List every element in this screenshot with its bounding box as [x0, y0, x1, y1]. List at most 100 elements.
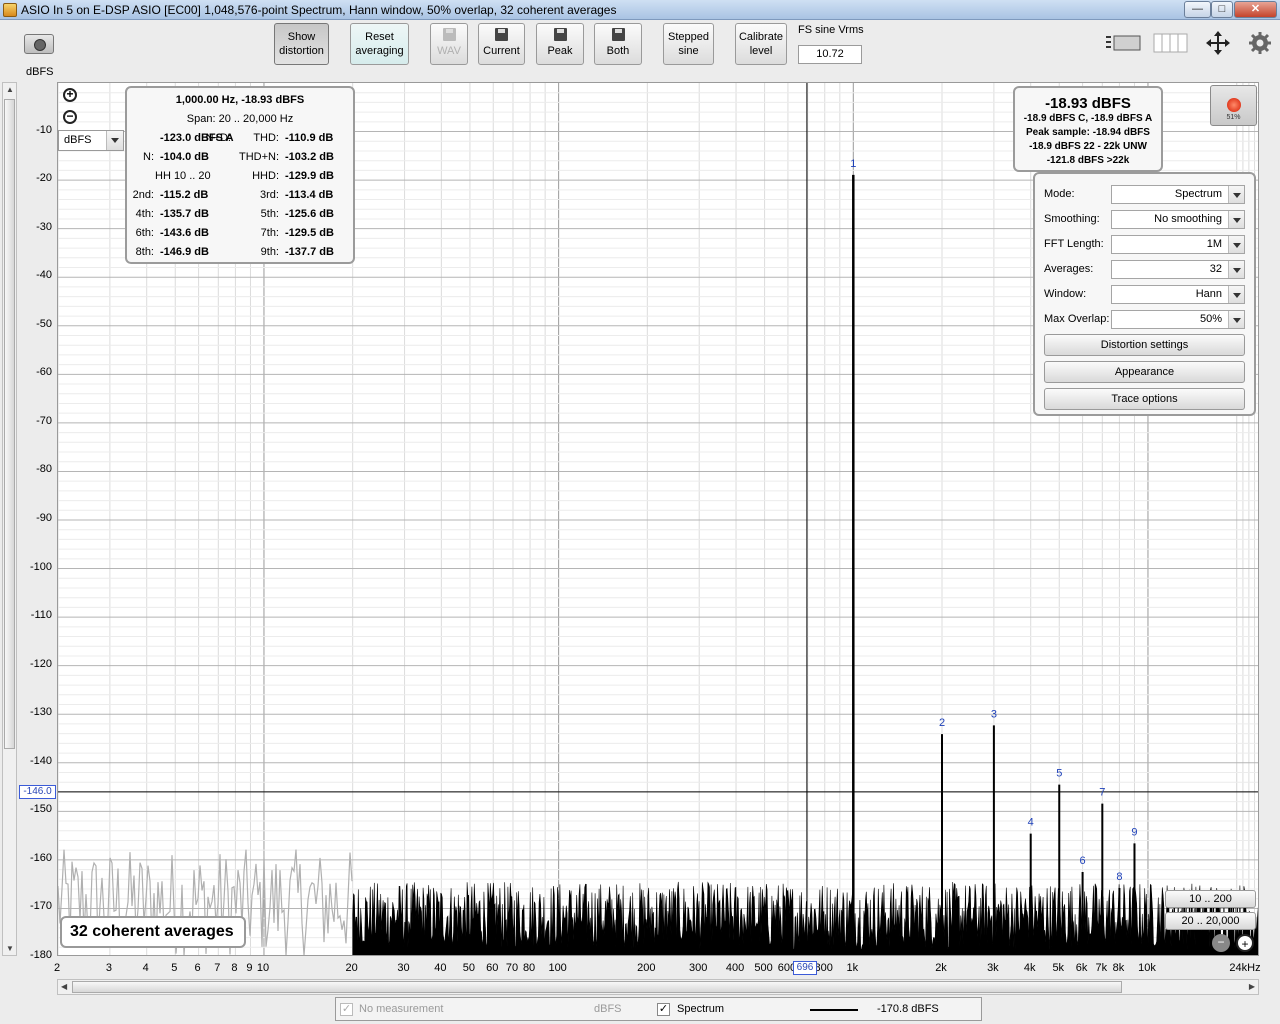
save-icon [495, 28, 508, 41]
window-select[interactable]: Hann [1111, 285, 1245, 304]
harmonic-label-5: 5 [1056, 768, 1062, 780]
scroll-right-icon[interactable]: ▶ [1249, 982, 1255, 991]
scroll-left-icon[interactable]: ◀ [61, 982, 67, 991]
reset-averaging-button[interactable]: Reset averaging [350, 23, 409, 65]
harmonic-label-3: 3 [991, 708, 997, 720]
zoom-in-small-icon[interactable]: + [1236, 934, 1254, 952]
distortion-settings-button[interactable]: Distortion settings [1044, 334, 1245, 356]
range-10-200-button[interactable]: 10 .. 200 [1165, 890, 1256, 908]
max-overlap-value: 50% [1199, 313, 1222, 325]
minimize-button[interactable]: — [1184, 1, 1211, 18]
averages-label: Averages: [1044, 263, 1094, 275]
y-tick-label: -100 [29, 560, 52, 573]
thdn-value: -103.2 dB [285, 151, 334, 163]
h6-value: -143.6 dB [160, 227, 209, 239]
y-axis-labels: -10 -20 -30 -40 -50 -60 -70 -80 -90 -100 -110 -120 -… [18, 82, 54, 961]
columns-icon[interactable] [1153, 32, 1188, 54]
chevron-down-icon [106, 131, 123, 150]
y-tick-label: -70 [36, 414, 52, 427]
vertical-scroll-thumb[interactable] [4, 99, 15, 749]
x-tick-label: 7 [214, 962, 221, 974]
spectrum-checkbox[interactable]: ✓ [657, 1003, 670, 1016]
save-current-button[interactable]: Current [478, 23, 525, 65]
legend-bar: ✓ No measurement dBFS ✓ Spectrum -170.8 … [335, 997, 982, 1021]
fft-length-select[interactable]: 1M [1111, 235, 1245, 254]
zoom-out-icon[interactable]: − [63, 110, 77, 124]
readout-line-3: -18.9 dBFS 22 - 22k UNW [1029, 141, 1147, 152]
y-tick-label: -40 [36, 269, 52, 282]
x-tick-label: 300 [689, 962, 708, 974]
window-value: Hann [1195, 288, 1222, 300]
chevron-down-icon [1228, 311, 1244, 328]
h3-label: 3rd: [260, 189, 279, 201]
max-overlap-select[interactable]: 50% [1111, 310, 1245, 329]
x-tick-label: 40 [434, 962, 447, 974]
calibrate-level-button[interactable]: Calibrate level [735, 23, 787, 65]
readout-main: -18.93 dBFS [1045, 95, 1131, 112]
show-distortion-button[interactable]: Show distortion [274, 23, 329, 65]
h8-label: 8th: [135, 246, 154, 258]
fs-sine-label: FS sine Vrms [798, 24, 864, 36]
no-measurement-unit: dBFS [594, 1003, 622, 1015]
thd-label: THD: [253, 132, 279, 144]
averages-select[interactable]: 32 [1111, 260, 1245, 279]
gear-icon[interactable] [1249, 32, 1271, 54]
x-tick-label: 4k [1023, 962, 1036, 974]
spectrum-trace [352, 881, 1258, 955]
averages-badge: 32 coherent averages [60, 916, 246, 948]
stepped-sine-label-1: Stepped [668, 31, 709, 43]
h9-label: 9th: [260, 246, 279, 258]
close-button[interactable]: ✕ [1234, 1, 1277, 18]
vertical-scrollbar[interactable]: ▲ ▼ [2, 82, 17, 956]
save-peak-button[interactable]: Peak [536, 23, 584, 65]
h4-value: -135.7 dB [160, 208, 209, 220]
no-measurement-label: No measurement [359, 1003, 444, 1015]
save-icon [442, 28, 456, 41]
smoothing-select[interactable]: No smoothing [1111, 210, 1245, 229]
y-tick-label: -180 [29, 949, 52, 961]
horizontal-scrollbar[interactable]: ◀ ▶ [57, 979, 1259, 995]
horizontal-scroll-thumb[interactable] [72, 981, 1122, 993]
spectrum-line-swatch [810, 1009, 858, 1011]
harmonic-label-6: 6 [1080, 855, 1086, 867]
h9-value: -137.7 dB [285, 246, 334, 258]
x-tick-label: 5k [1052, 962, 1065, 974]
scroll-up-icon[interactable]: ▲ [6, 85, 14, 94]
y-tick-label: -120 [29, 657, 52, 670]
toolbar: Show distortion Reset averaging WAV Curr… [0, 20, 1280, 82]
save-both-button[interactable]: Both [594, 23, 642, 65]
move-arrows-icon[interactable] [1200, 30, 1236, 56]
fs-sine-input[interactable]: 10.72 [798, 45, 862, 64]
x-tick-label: 10k [1138, 962, 1156, 974]
y-cursor-value[interactable]: -146.0 [19, 785, 56, 799]
fft-length-value: 1M [1206, 238, 1222, 250]
appearance-button[interactable]: Appearance [1044, 361, 1245, 383]
stepped-sine-button[interactable]: Stepped sine [663, 23, 714, 65]
wav-label: WAV [437, 45, 461, 57]
x-tick-label: 3 [105, 962, 112, 974]
record-percent: 51% [1226, 114, 1241, 121]
mode-select[interactable]: Spectrum [1111, 185, 1245, 204]
layout-toggle-icon[interactable] [1104, 32, 1144, 54]
maximize-button[interactable]: □ [1211, 1, 1233, 18]
trace-options-button[interactable]: Trace options [1044, 388, 1245, 410]
save-icon [611, 28, 625, 41]
wav-button[interactable]: WAV [430, 23, 468, 65]
settings-panel: Mode: Spectrum Smoothing: No smoothing F… [1033, 172, 1256, 416]
y-tick-label: -60 [36, 366, 52, 379]
h4-label: 4th: [135, 208, 154, 220]
h7-label: 7th: [260, 227, 279, 239]
no-measurement-checkbox[interactable]: ✓ [340, 1003, 353, 1016]
zoom-in-icon[interactable]: + [63, 88, 77, 102]
app-icon [3, 3, 17, 17]
x-tick-label: 10 [256, 962, 270, 974]
record-button[interactable]: 51% [1210, 85, 1257, 126]
unit-selector[interactable]: dBFS [58, 130, 124, 151]
x-cursor-value[interactable]: 696 [793, 961, 817, 975]
range-20-20000-button[interactable]: 20 .. 20,000 [1165, 912, 1256, 930]
scroll-down-icon[interactable]: ▼ [6, 944, 14, 953]
zoom-out-small-icon[interactable]: − [1212, 934, 1230, 952]
h2-label: 2nd: [132, 189, 154, 201]
x-tick-label: 20 [345, 962, 358, 974]
camera-icon[interactable] [24, 34, 54, 54]
